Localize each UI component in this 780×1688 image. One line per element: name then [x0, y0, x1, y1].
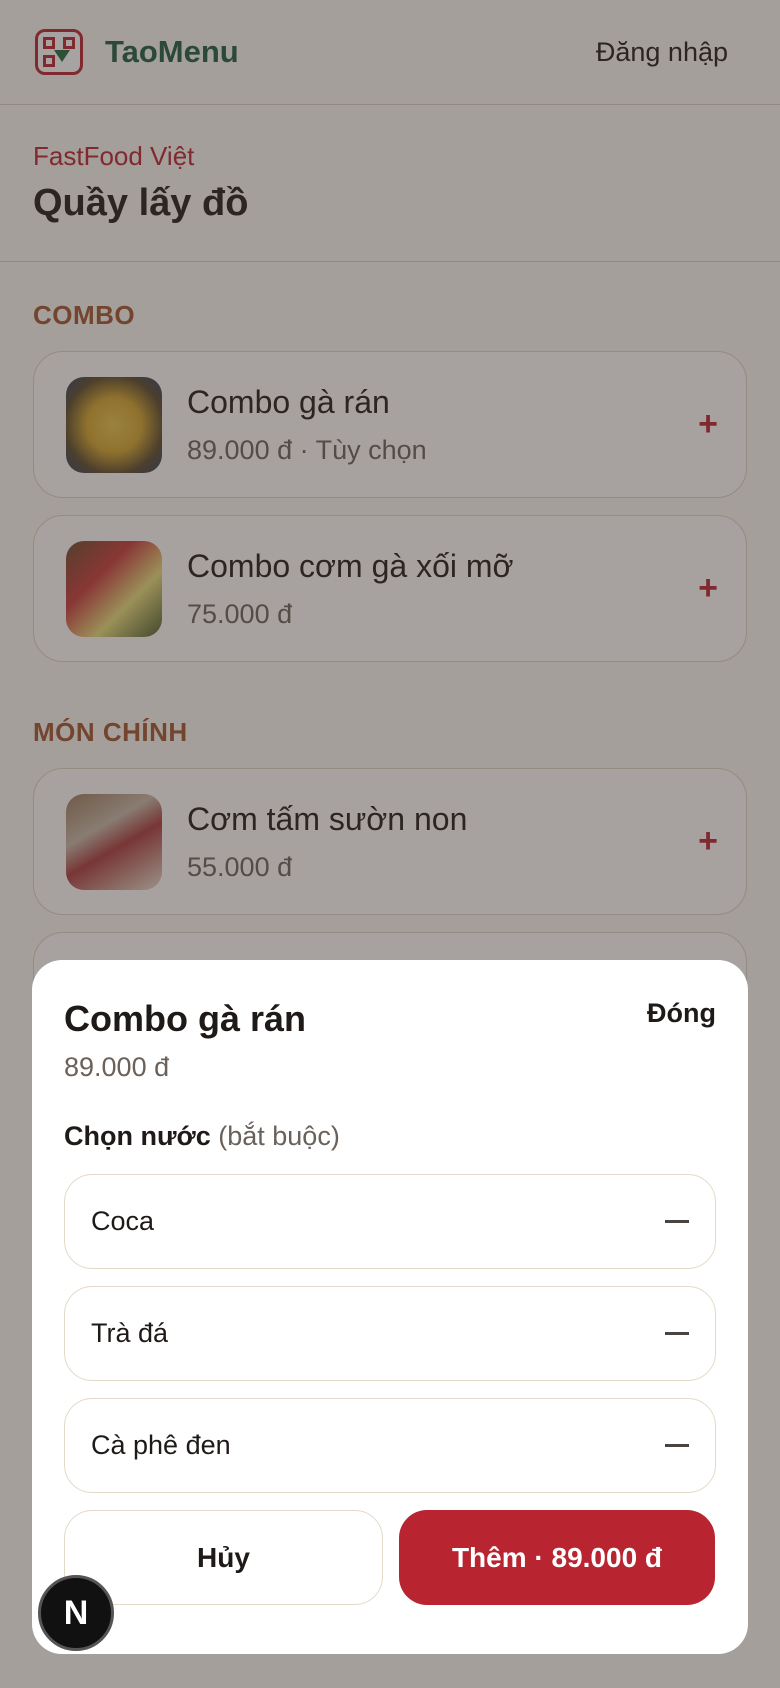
- sheet-price: 89.000 đ: [64, 1052, 170, 1082]
- options-sheet: Combo gà rán Đóng 89.000 đ Chọn nước (bắ…: [32, 960, 748, 1654]
- close-button[interactable]: Đóng: [647, 998, 716, 1029]
- option-group-label: Chọn nước (bắt buộc): [64, 1121, 716, 1152]
- minus-icon[interactable]: [665, 1220, 689, 1223]
- option-label: Coca: [91, 1206, 155, 1236]
- minus-icon[interactable]: [665, 1332, 689, 1335]
- add-to-cart-button[interactable]: Thêm · 89.000 đ: [399, 1510, 715, 1605]
- option-label: Cà phê đen: [91, 1430, 231, 1460]
- minus-icon[interactable]: [665, 1444, 689, 1447]
- sheet-actions: Hủy Thêm · 89.000 đ: [64, 1510, 716, 1605]
- option-item[interactable]: Cà phê đen: [64, 1398, 716, 1493]
- option-item[interactable]: Trà đá: [64, 1286, 716, 1381]
- option-group-title: Chọn nước: [64, 1121, 211, 1151]
- option-list: Coca Trà đá Cà phê đen: [64, 1174, 716, 1493]
- cancel-button[interactable]: Hủy: [64, 1510, 383, 1605]
- sheet-title: Combo gà rán: [64, 998, 307, 1039]
- required-hint: (bắt buộc): [218, 1121, 340, 1151]
- option-item[interactable]: Coca: [64, 1174, 716, 1269]
- option-label: Trà đá: [91, 1318, 169, 1348]
- next-dev-badge-icon[interactable]: N: [38, 1575, 114, 1651]
